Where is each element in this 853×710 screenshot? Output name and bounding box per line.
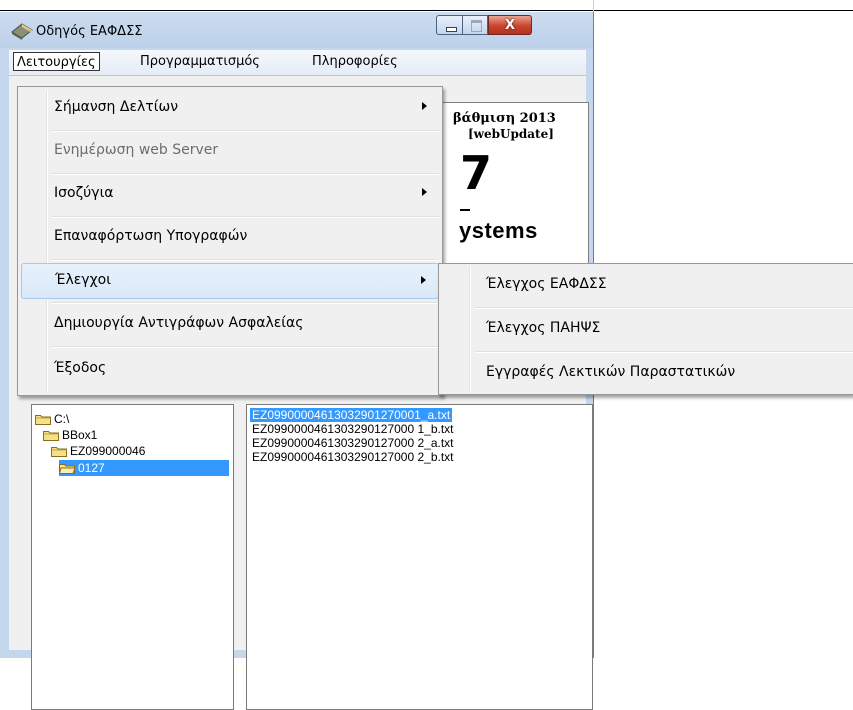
menu-plirofories[interactable]: Πληροφορίες xyxy=(309,52,401,71)
minimize-icon xyxy=(446,27,457,32)
leitourgies-dropdown: Σήμανση Δελτίων Ενημέρωση web Server Ισο… xyxy=(17,86,443,396)
menu-separator xyxy=(51,346,439,348)
top-border-line xyxy=(0,10,853,11)
banner-brand: ystems xyxy=(459,218,538,243)
menu-item-exodos[interactable]: Έξοδος xyxy=(21,350,439,390)
menu-item-epanafortosi-ypografon[interactable]: Επαναφόρτωση Υπογραφών xyxy=(21,218,439,258)
window-title: Οδηγός ΕΑΦΔΣΣ xyxy=(36,24,143,39)
banner-webupdate: [webUpdate] xyxy=(468,127,554,141)
file-row[interactable]: EZ0990000461303290127000 2_a.txt xyxy=(250,436,456,450)
menu-separator xyxy=(51,259,439,261)
submenu-item-elegxos-pahps[interactable]: Έλεγχος ΠΑΗΨΣ xyxy=(442,310,853,350)
menu-item-dimiourgia-antigrafon[interactable]: Δημιουργία Αντιγράφων Ασφαλείας xyxy=(21,305,439,345)
submenu-item-elegxos-eafdss[interactable]: Έλεγχος ΕΑΦΔΣΣ xyxy=(442,266,853,306)
maximize-icon xyxy=(471,20,482,32)
banner-dash xyxy=(460,209,470,211)
menu-item-isozygia[interactable]: Ισοζύγια xyxy=(21,175,439,215)
menu-separator xyxy=(51,302,439,304)
tree-node-bbox1[interactable]: BBox1 xyxy=(43,427,99,443)
submenu-arrow-icon xyxy=(421,276,426,284)
menu-programmatismos[interactable]: Προγραμματισμός xyxy=(137,52,263,71)
file-row[interactable]: EZ09900004613032901270001_a.txt xyxy=(250,408,453,422)
banner-large-glyph: 7 xyxy=(460,146,493,200)
menu-item-simansi-deltion[interactable]: Σήμανση Δελτίων xyxy=(21,89,439,129)
elegxoi-submenu: Έλεγχος ΕΑΦΔΣΣ Έλεγχος ΠΑΗΨΣ Εγγραφές Λε… xyxy=(438,263,853,395)
menu-item-enimerosi-web-server[interactable]: Ενημέρωση web Server xyxy=(21,132,439,172)
submenu-arrow-icon xyxy=(422,102,427,110)
folder-icon xyxy=(51,447,67,457)
menu-separator xyxy=(475,351,853,353)
file-list[interactable]: EZ09900004613032901270001_a.txt EZ099000… xyxy=(246,404,593,710)
menu-separator xyxy=(475,307,853,309)
minimize-button[interactable] xyxy=(436,15,463,35)
tree-node-0127[interactable]: 0127 xyxy=(59,460,229,476)
folder-icon xyxy=(43,431,59,441)
menu-bar: Λειτουργίες Προγραμματισμός Πληροφορίες xyxy=(9,50,586,76)
folder-tree[interactable]: C:\ BBox1 EZ099000046 0127 xyxy=(31,404,234,710)
tree-node-c-drive[interactable]: C:\ xyxy=(35,411,71,427)
app-icon xyxy=(11,23,33,40)
submenu-arrow-icon xyxy=(422,188,427,196)
banner-update-year: βάθμιση 2013 xyxy=(453,111,556,126)
close-button[interactable]: X xyxy=(488,15,532,35)
close-icon: X xyxy=(504,18,516,33)
file-row[interactable]: EZ0990000461303290127000 2_b.txt xyxy=(250,450,456,464)
file-row[interactable]: EZ0990000461303290127000 1_b.txt xyxy=(250,422,456,436)
submenu-item-eggrafes-lektikon[interactable]: Εγγραφές Λεκτικών Παραστατικών xyxy=(442,354,853,394)
title-bar[interactable]: Οδηγός ΕΑΦΔΣΣ X xyxy=(0,12,593,48)
menu-item-elegxoi[interactable]: Έλεγχοι xyxy=(21,263,439,299)
tree-node-ez099000046[interactable]: EZ099000046 xyxy=(51,443,147,459)
folder-icon xyxy=(35,415,51,425)
menu-leitourgies[interactable]: Λειτουργίες xyxy=(13,52,100,71)
folder-open-icon xyxy=(59,464,75,474)
maximize-button[interactable] xyxy=(462,15,488,35)
